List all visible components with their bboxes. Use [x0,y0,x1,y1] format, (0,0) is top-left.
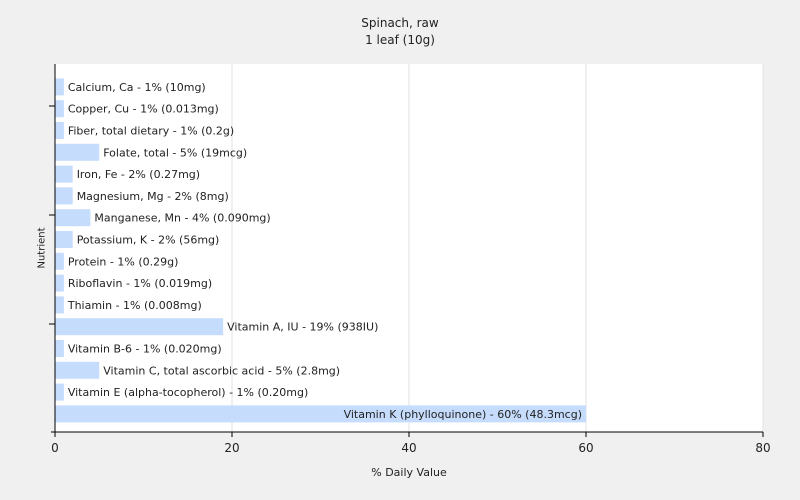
bar-13 [55,361,100,379]
bar-label-10: Thiamin - 1% (0.008mg) [67,299,202,312]
x-tick-label-4: 80 [755,441,770,455]
bar-3 [55,143,100,161]
bar-label-9: Riboflavin - 1% (0.019mg) [68,277,212,290]
chart-container: Spinach, raw 1 leaf (10g) Nutrient % Dai… [0,0,800,500]
x-tick-label-1: 20 [224,441,239,455]
bar-11 [55,318,224,336]
bar-label-3: Folate, total - 5% (19mcg) [103,146,247,159]
bar-7 [55,231,73,248]
bar-label-15: Vitamin K (phylloquinone) - 60% (48.3mcg… [344,408,582,421]
bar-10 [55,296,64,314]
bar-2 [55,122,64,139]
bar-1 [55,100,64,118]
bar-label-7: Potassium, K - 2% (56mg) [77,234,220,247]
bar-5 [55,187,73,205]
bar-label-4: Iron, Fe - 2% (0.27mg) [77,168,200,181]
bar-label-11: Vitamin A, IU - 19% (938IU) [227,321,378,334]
bar-9 [55,274,64,292]
bar-label-6: Manganese, Mn - 4% (0.090mg) [94,212,270,225]
bar-8 [55,252,64,270]
bar-0 [55,78,64,96]
bar-label-12: Vitamin B-6 - 1% (0.020mg) [68,343,222,356]
x-tick-label-3: 60 [578,441,593,455]
plot-area: Calcium, Ca - 1% (10mg) Copper, Cu - 1% (… [49,64,771,455]
bar-6 [55,209,91,227]
bar-14 [55,383,64,401]
bar-4 [55,165,73,183]
bar-label-5: Magnesium, Mg - 2% (8mg) [77,190,229,203]
bar-label-0: Calcium, Ca - 1% (10mg) [68,81,206,94]
bar-label-8: Protein - 1% (0.29g) [68,255,179,268]
bar-label-1: Copper, Cu - 1% (0.013mg) [68,103,219,116]
bar-label-14: Vitamin E (alpha-tocopherol) - 1% (0.20m… [68,386,308,399]
bar-12 [55,340,64,357]
bar-label-2: Fiber, total dietary - 1% (0.2g) [68,125,234,138]
x-tick-label-2: 40 [401,441,416,455]
bar-label-13: Vitamin C, total ascorbic acid - 5% (2.8… [103,364,340,377]
x-tick-label-0: 0 [51,441,59,455]
